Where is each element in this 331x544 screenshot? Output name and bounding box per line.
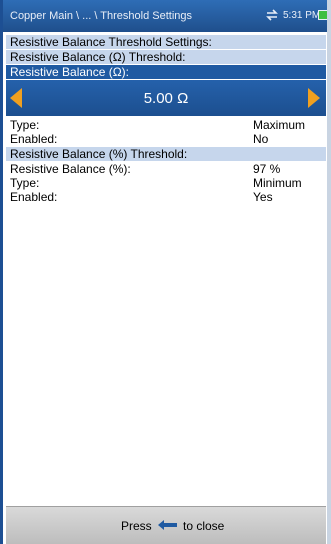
ohm-value-selector[interactable]: 5.00 Ω [6,80,326,116]
close-hint-bar[interactable]: Press to close [6,506,326,544]
percent-type-row[interactable]: Type: Minimum [6,176,326,190]
clock-time: 5:31 PM [283,10,321,21]
percent-value-row[interactable]: Resistive Balance (%): 97 % [6,162,326,176]
left-border [0,0,3,544]
right-edge [327,0,331,544]
row-value: Yes [253,190,273,204]
row-label: Resistive Balance (%): [10,162,131,176]
row-label: Enabled: [10,190,58,204]
percent-enabled-row[interactable]: Enabled: Yes [6,190,326,204]
arrow-right-icon[interactable] [308,88,320,108]
ohm-value: 5.00 Ω [143,90,189,107]
sync-arrows-icon [266,9,278,21]
row-value: 97 % [253,162,281,176]
row-value: Minimum [253,176,302,190]
close-label: to close [183,519,225,533]
title-bar: Copper Main \ ... \ Threshold Settings 5… [0,0,331,32]
ohm-enabled-row[interactable]: Enabled: No [6,132,326,146]
back-arrow-icon [158,520,177,530]
breadcrumb: Copper Main \ ... \ Threshold Settings [10,10,192,22]
row-value: No [253,132,269,146]
row-label: Type: [10,118,40,132]
press-label: Press [121,519,152,533]
section-header-main: Resistive Balance Threshold Settings: [6,35,326,49]
section-header-percent-threshold: Resistive Balance (%) Threshold: [6,147,326,161]
device-screen: Copper Main \ ... \ Threshold Settings 5… [0,0,331,544]
ohm-type-row[interactable]: Type: Maximum [6,118,326,132]
row-label: Enabled: [10,132,58,146]
section-header-ohm-threshold: Resistive Balance (Ω) Threshold: [6,50,326,64]
row-value: Maximum [253,118,306,132]
row-label: Type: [10,176,40,190]
field-label-ohm[interactable]: Resistive Balance (Ω): [6,65,326,79]
